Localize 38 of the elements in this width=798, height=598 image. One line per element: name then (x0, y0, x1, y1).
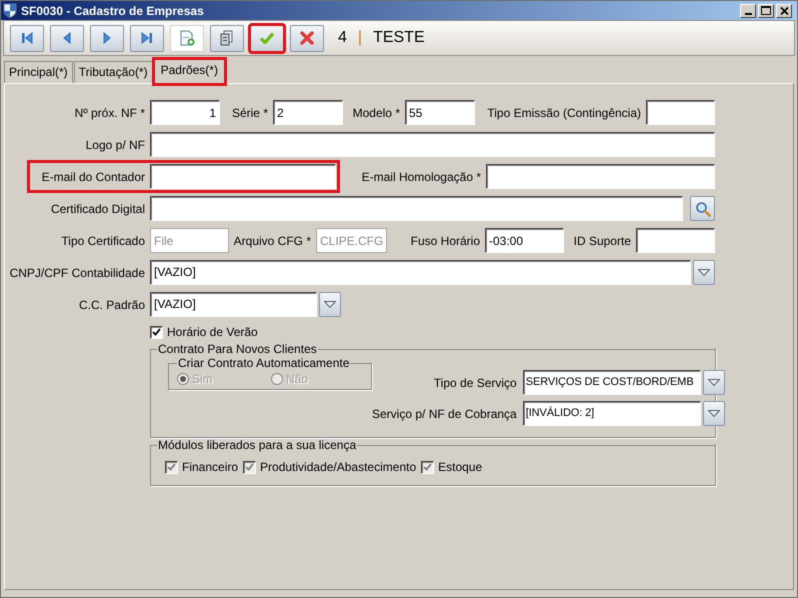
field-label: Serviço p/ NF de Cobrança (372, 406, 518, 422)
field-label: E-mail do Contador (40, 168, 146, 186)
dropdown-field[interactable]: [VAZIO] (150, 292, 317, 317)
checkbox-label: Produtividade/Abastecimento (260, 459, 416, 476)
field-label: Certificado Digital (50, 200, 146, 218)
field-label: Nº próx. NF * (74, 104, 146, 122)
group-title: Contrato Para Novos Clientes (157, 342, 318, 356)
field-label: Tipo de Serviço (434, 374, 518, 392)
field-label: Tipo Emissão (Contingência) (486, 104, 642, 122)
tab[interactable]: Principal(*) (4, 61, 73, 83)
field-label: Logo p/ NF (84, 136, 146, 154)
input-field[interactable]: -03:00 (485, 228, 564, 253)
dropdown-field[interactable]: [INVÁLIDO: 2] (522, 401, 701, 426)
group-title: Criar Contrato Automaticamente (177, 356, 350, 370)
field-label: Arquivo CFG * (232, 232, 312, 250)
input-field[interactable]: 2 (273, 100, 343, 125)
tab[interactable]: Tributação(*) (74, 61, 153, 83)
field-label: Fuso Horário (410, 232, 481, 250)
field-label: C.C. Padrão (78, 296, 146, 314)
field-label: Modelo * (352, 104, 401, 122)
checkbox-label: Horário de Verão (167, 324, 258, 341)
window-title: SF0030 - Cadastro de Empresas (21, 2, 204, 20)
field-label: CNPJ/CPF Contabilidade (8, 264, 146, 282)
record-name: TESTE (373, 28, 425, 48)
field-label: Série * (230, 104, 269, 122)
checkbox-label: Financeiro (182, 459, 238, 476)
dropdown-field[interactable]: [VAZIO] (150, 260, 691, 285)
input-field[interactable]: 1 (150, 100, 220, 125)
dropdown-field[interactable]: SERVIÇOS DE COST/BORD/EMB (522, 370, 701, 395)
field-label: ID Suporte (572, 232, 632, 250)
record-number: 4 (338, 28, 347, 48)
tab[interactable]: Padrões(*) (154, 59, 225, 84)
input-field[interactable]: 55 (405, 100, 475, 125)
separator: | (358, 28, 362, 48)
group-title: Módulos liberados para a sua licença (157, 438, 358, 452)
checkbox-label: Estoque (438, 459, 482, 476)
field-label: Tipo Certificado (60, 232, 146, 250)
field-label: E-mail Homologação * (360, 168, 482, 186)
